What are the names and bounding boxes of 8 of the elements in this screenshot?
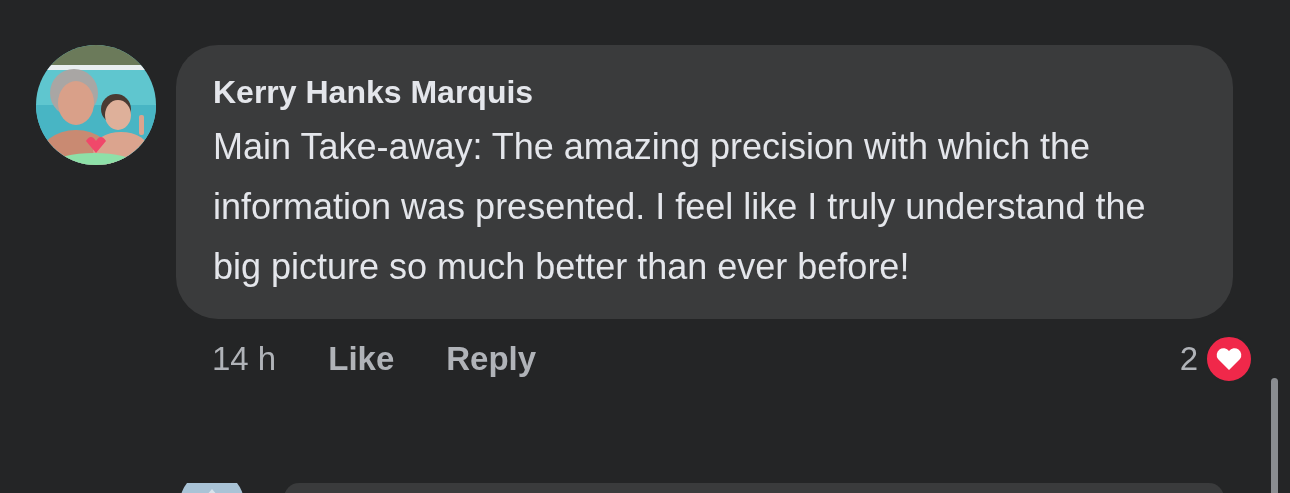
action-link[interactable]: Like <box>328 340 395 378</box>
heart-reaction-icon[interactable] <box>1204 334 1254 384</box>
action-link[interactable]: Reply <box>446 340 537 378</box>
comment-text: Main Take-away: The amazing precision with which the information was presented. I feel like I truly understand the big picture so much better than ever before! <box>213 125 1147 289</box>
scrollbar[interactable] <box>1271 378 1278 493</box>
timestamp: 14 h <box>212 340 277 378</box>
reaction-count[interactable]: 2 <box>1179 340 1198 378</box>
author-name[interactable]: Kerry Hanks Marquis <box>213 71 534 113</box>
